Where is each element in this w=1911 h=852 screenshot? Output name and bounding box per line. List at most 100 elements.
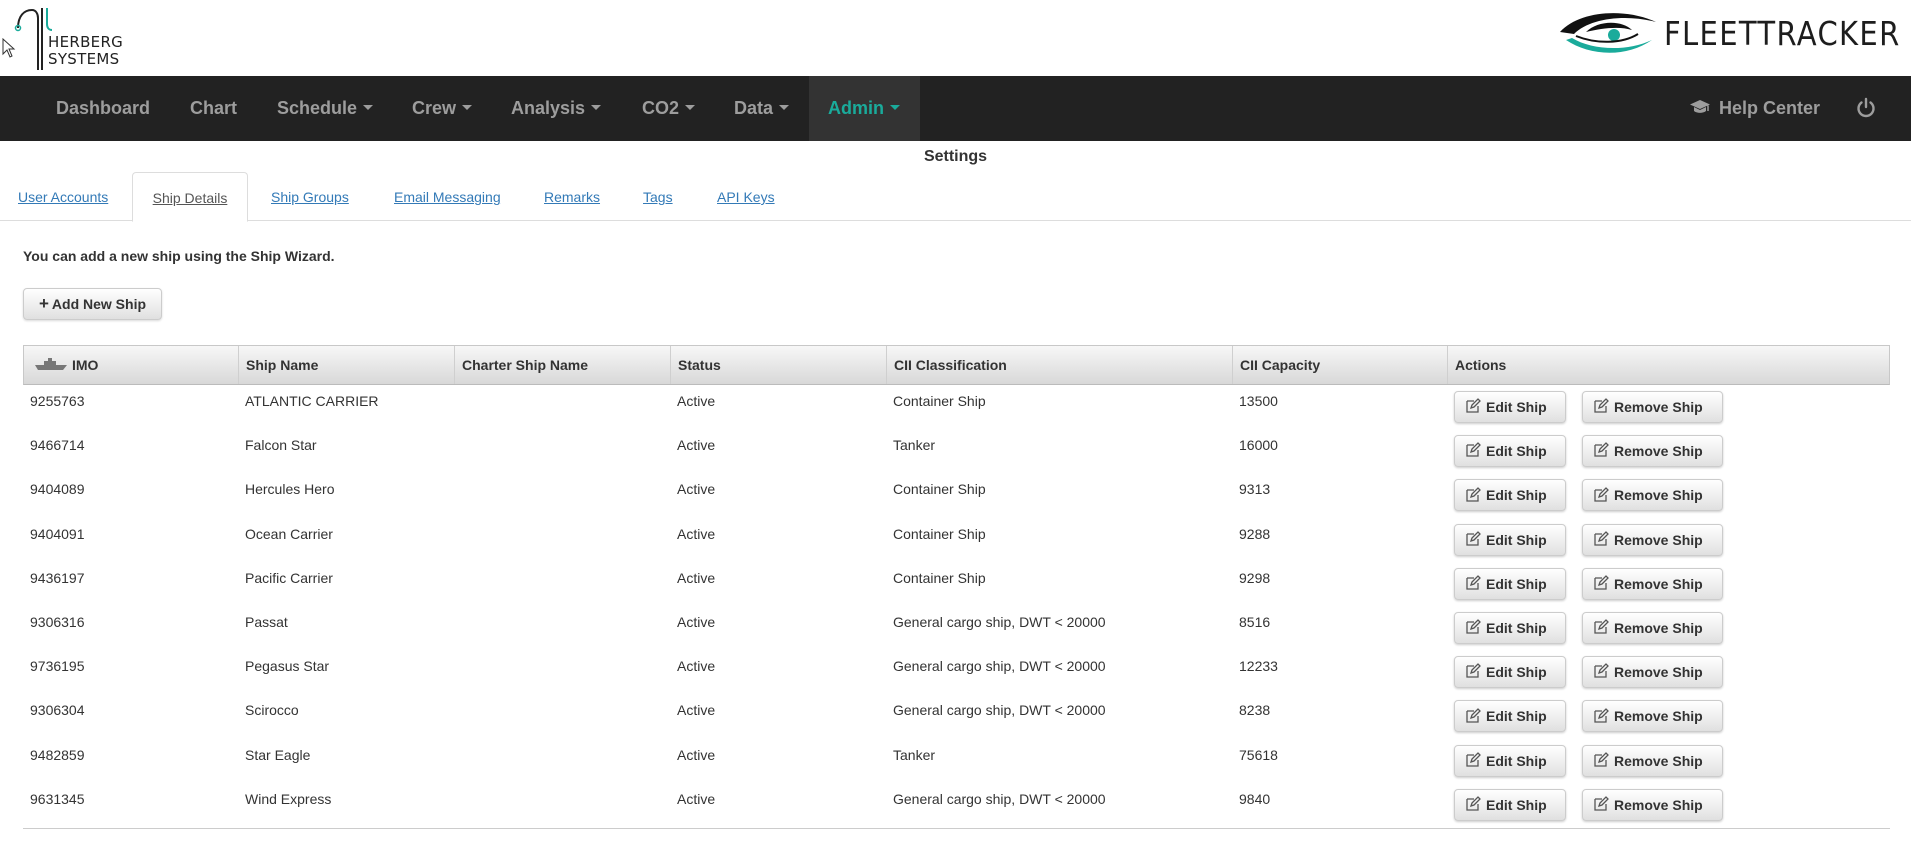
cell-cii-classification: Container Ship bbox=[893, 393, 986, 409]
cell-ship-name: Pacific Carrier bbox=[245, 569, 333, 586]
cell-ship-name: Star Eagle bbox=[245, 746, 311, 763]
edit-icon bbox=[1594, 575, 1609, 590]
edit-icon bbox=[1594, 398, 1609, 413]
mouse-cursor-icon bbox=[2, 38, 16, 58]
table-row[interactable]: 9436197 Pacific Carrier Active Container… bbox=[23, 562, 1890, 606]
cell-charter-ship-name bbox=[454, 650, 461, 694]
nav-co2[interactable]: CO2 bbox=[626, 76, 711, 141]
edit-ship-button[interactable]: Edit Ship bbox=[1454, 567, 1566, 600]
table-row[interactable]: 9404089 Hercules Hero Active Container S… bbox=[23, 473, 1890, 517]
table-row[interactable]: 9482859 Star Eagle Active Tanker 75618 E… bbox=[23, 739, 1890, 783]
column-header-status[interactable]: Status bbox=[671, 346, 887, 384]
cell-cii-capacity: 9840 bbox=[1239, 790, 1271, 807]
tab-ship-details[interactable]: Ship Details bbox=[132, 172, 248, 222]
tab-remarks[interactable]: Remarks bbox=[544, 172, 600, 221]
cell-cii-classification: Container Ship bbox=[893, 525, 986, 542]
cell-imo: 9736195 bbox=[30, 658, 85, 675]
table-bottom-divider bbox=[23, 828, 1890, 829]
column-header-cii-classification[interactable]: CII Classification bbox=[887, 346, 1233, 384]
table-row[interactable]: 9255763 ATLANTIC CARRIER Active Containe… bbox=[23, 385, 1890, 429]
add-new-ship-button[interactable]: + Add New Ship bbox=[23, 288, 162, 320]
edit-icon bbox=[1594, 707, 1609, 723]
herberg-systems-logo[interactable]: HERBERG SYSTEMS bbox=[14, 4, 134, 72]
cell-ship-name: Pegasus Star bbox=[245, 658, 330, 675]
column-header-charter-ship-name[interactable]: Charter Ship Name bbox=[455, 346, 671, 384]
company-name-line-2: SYSTEMS bbox=[48, 50, 120, 68]
tab-tags[interactable]: Tags bbox=[643, 172, 673, 221]
edit-icon bbox=[1466, 663, 1481, 679]
column-label-imo: IMO bbox=[72, 357, 99, 373]
cell-status: Active bbox=[677, 613, 716, 630]
edit-ship-button[interactable]: Edit Ship bbox=[1454, 656, 1566, 689]
column-header-ship-name[interactable]: Ship Name bbox=[239, 346, 455, 384]
tab-ship-groups[interactable]: Ship Groups bbox=[271, 172, 349, 221]
edit-ship-button[interactable]: Edit Ship bbox=[1454, 479, 1566, 512]
edit-ship-button[interactable]: Edit Ship bbox=[1454, 788, 1566, 821]
column-header-actions: Actions bbox=[1455, 357, 1507, 373]
remove-ship-button[interactable]: Remove Ship bbox=[1582, 523, 1723, 556]
edit-ship-button[interactable]: Edit Ship bbox=[1454, 700, 1566, 733]
cell-imo: 9404089 bbox=[30, 481, 85, 498]
nav-chart[interactable]: Chart bbox=[174, 76, 253, 141]
fleettracker-logo[interactable]: FLEETTRACKER bbox=[1556, 4, 1899, 60]
cell-charter-ship-name bbox=[454, 562, 461, 606]
tab-user-accounts[interactable]: User Accounts bbox=[18, 172, 108, 221]
edit-icon bbox=[1594, 486, 1609, 502]
edit-ship-label: Edit Ship bbox=[1486, 399, 1547, 415]
remove-ship-button[interactable]: Remove Ship bbox=[1582, 700, 1723, 733]
edit-icon bbox=[1466, 575, 1481, 590]
column-header-imo[interactable]: IMO bbox=[24, 346, 239, 384]
edit-ship-button[interactable]: Edit Ship bbox=[1454, 391, 1566, 423]
remove-ship-label: Remove Ship bbox=[1614, 752, 1703, 769]
cell-imo: 9466714 bbox=[30, 437, 85, 454]
remove-ship-label: Remove Ship bbox=[1614, 796, 1703, 813]
nav-schedule[interactable]: Schedule bbox=[261, 76, 389, 141]
table-row[interactable]: 9736195 Pegasus Star Active General carg… bbox=[23, 650, 1890, 694]
edit-ship-button[interactable]: Edit Ship bbox=[1454, 611, 1566, 644]
nav-dashboard[interactable]: Dashboard bbox=[40, 76, 166, 141]
cell-ship-name: Ocean Carrier bbox=[245, 525, 333, 542]
column-header-cii-capacity[interactable]: CII Capacity bbox=[1233, 346, 1448, 384]
nav-analysis[interactable]: Analysis bbox=[495, 76, 617, 141]
edit-ship-label: Edit Ship bbox=[1486, 531, 1547, 548]
cell-charter-ship-name bbox=[454, 739, 461, 783]
power-logout-icon[interactable] bbox=[1855, 97, 1877, 119]
edit-ship-button[interactable]: Edit Ship bbox=[1454, 435, 1566, 468]
edit-icon bbox=[1466, 442, 1481, 458]
help-center-link[interactable]: Help Center bbox=[1689, 76, 1820, 141]
cell-charter-ship-name bbox=[454, 473, 461, 517]
cell-status: Active bbox=[677, 790, 716, 807]
remove-ship-button[interactable]: Remove Ship bbox=[1582, 567, 1723, 600]
cell-cii-classification: Tanker bbox=[893, 746, 936, 763]
table-row[interactable]: 9466714 Falcon Star Active Tanker 16000 … bbox=[23, 429, 1890, 473]
remove-ship-label: Remove Ship bbox=[1614, 619, 1703, 636]
cell-cii-classification: General cargo ship, DWT < 20000 bbox=[893, 613, 1106, 630]
cell-ship-name: Wind Express bbox=[245, 790, 332, 807]
remove-ship-label: Remove Ship bbox=[1614, 708, 1703, 725]
remove-ship-button[interactable]: Remove Ship bbox=[1582, 656, 1723, 689]
edit-icon bbox=[1594, 530, 1609, 546]
remove-ship-button[interactable]: Remove Ship bbox=[1582, 744, 1723, 777]
tab-email-messaging[interactable]: Email Messaging bbox=[394, 172, 501, 221]
nav-data[interactable]: Data bbox=[718, 76, 805, 141]
nav-crew[interactable]: Crew bbox=[396, 76, 488, 141]
remove-ship-button[interactable]: Remove Ship bbox=[1582, 788, 1723, 821]
remove-ship-button[interactable]: Remove Ship bbox=[1582, 611, 1723, 644]
table-row[interactable]: 9631345 Wind Express Active General carg… bbox=[23, 783, 1890, 827]
table-row[interactable]: 9404091 Ocean Carrier Active Container S… bbox=[23, 518, 1890, 562]
table-row[interactable]: 9306316 Passat Active General cargo ship… bbox=[23, 606, 1890, 650]
remove-ship-button[interactable]: Remove Ship bbox=[1582, 435, 1723, 468]
table-row[interactable]: 9306304 Scirocco Active General cargo sh… bbox=[23, 694, 1890, 738]
nav-admin[interactable]: Admin bbox=[809, 76, 920, 141]
edit-ship-button[interactable]: Edit Ship bbox=[1454, 744, 1566, 777]
remove-ship-button[interactable]: Remove Ship bbox=[1582, 391, 1723, 423]
cell-imo: 9255763 bbox=[30, 393, 85, 409]
cell-status: Active bbox=[677, 437, 716, 454]
cell-cii-capacity: 8238 bbox=[1239, 702, 1271, 719]
settings-tabs: User Accounts Ship Details Ship Groups E… bbox=[0, 172, 1911, 222]
edit-ship-button[interactable]: Edit Ship bbox=[1454, 523, 1566, 556]
remove-ship-label: Remove Ship bbox=[1614, 575, 1703, 592]
chevron-down-icon bbox=[890, 104, 900, 110]
tab-api-keys[interactable]: API Keys bbox=[717, 172, 775, 221]
remove-ship-button[interactable]: Remove Ship bbox=[1582, 479, 1723, 512]
